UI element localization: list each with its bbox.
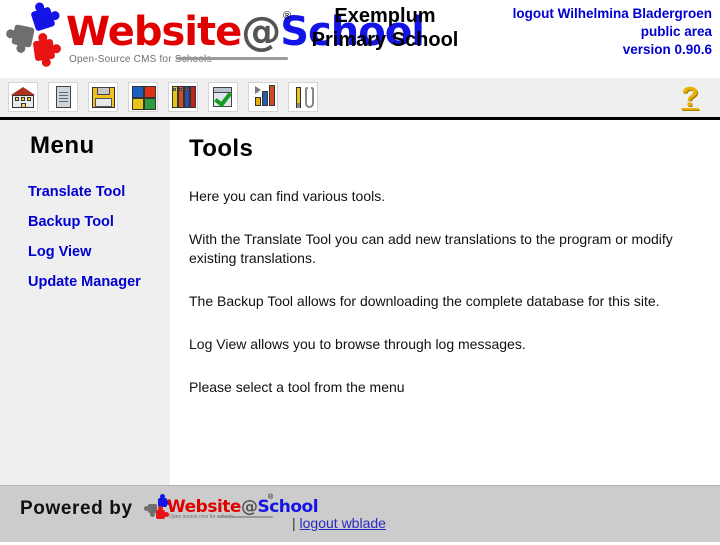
puzzle-piece-red-icon	[29, 32, 62, 68]
sidebar-title: Menu	[30, 132, 95, 159]
main-toolbar: ?	[0, 78, 720, 120]
site-title-line1: Exemplum	[334, 5, 436, 27]
pagemanager-icon[interactable]	[128, 82, 158, 112]
sidebar-menu: Translate Tool Backup Tool Log View Upda…	[28, 183, 141, 303]
area-label: public area	[640, 24, 712, 39]
version-label: version 0.90.6	[622, 42, 712, 57]
footer-logo-underline	[218, 516, 273, 518]
school-icon[interactable]	[8, 82, 38, 112]
list-item: Log View	[28, 243, 141, 261]
puzzle-logo-icon	[5, 1, 70, 68]
sidebar-item-log-view[interactable]: Log View	[28, 244, 91, 260]
logout-link[interactable]: logout Wilhelmina Bladergroen	[513, 6, 712, 21]
tools-icon[interactable]	[288, 82, 318, 112]
footer-puzzle-piece-red-icon	[154, 506, 169, 521]
content-paragraph-2: With the Translate Tool you can add new …	[189, 231, 673, 266]
help-icon[interactable]: ?	[677, 82, 703, 112]
footer-logout-link[interactable]: logout wblade	[300, 515, 386, 531]
footer-logo: Website@School ® Open source cms for sch…	[144, 490, 319, 522]
areamanager-icon[interactable]	[168, 82, 198, 112]
footer-logo-registered-mark: ®	[268, 494, 274, 501]
sidebar: Menu Translate Tool Backup Tool Log View…	[0, 120, 170, 485]
main-area: Menu Translate Tool Backup Tool Log View…	[0, 120, 720, 485]
toolbar-icon-group	[8, 82, 318, 112]
logo-registered-mark: ®	[283, 10, 292, 22]
websiteatschool-logo: Website@School ® Open-Source CMS for Sch…	[5, 1, 425, 68]
content-paragraph-4: Log View allows you to browse through lo…	[189, 336, 526, 352]
footer-logo-word-at: @	[240, 497, 258, 517]
content-title: Tools	[189, 135, 254, 162]
content-area: Tools Here you can find various tools. W…	[170, 120, 720, 485]
statistics-icon[interactable]	[248, 82, 278, 112]
sidebar-item-translate-tool[interactable]: Translate Tool	[28, 184, 125, 200]
save-icon[interactable]	[88, 82, 118, 112]
user-info-block: logout Wilhelmina Bladergroen public are…	[513, 5, 712, 59]
list-item: Update Manager	[28, 273, 141, 291]
footer-logo-word-school: School	[257, 497, 319, 517]
page-header: Website@School ® Open-Source CMS for Sch…	[0, 0, 720, 78]
page-icon[interactable]	[48, 82, 78, 112]
site-title-line2: Primary School	[311, 29, 459, 51]
powered-by-label: Powered by	[20, 498, 133, 519]
logo-word-website: Website	[66, 9, 242, 55]
sidebar-item-update-manager[interactable]: Update Manager	[28, 274, 141, 290]
list-item: Translate Tool	[28, 183, 141, 201]
content-paragraph-5: Please select a tool from the menu	[189, 379, 405, 395]
footer-logout-block: | logout wblade	[292, 515, 386, 531]
page-title: Exemplum Primary School	[300, 4, 470, 52]
logo-underline	[176, 57, 288, 60]
footer-separator: |	[292, 515, 296, 531]
list-item: Backup Tool	[28, 213, 141, 231]
sidebar-item-backup-tool[interactable]: Backup Tool	[28, 214, 114, 230]
content-paragraph-3: The Backup Tool allows for downloading t…	[189, 293, 660, 309]
content-paragraph-1: Here you can find various tools.	[189, 188, 386, 204]
page-footer: Powered by Website@School ® Open source …	[0, 485, 720, 542]
usermanager-icon[interactable]	[208, 82, 238, 112]
logo-word-at: @	[241, 9, 281, 55]
application-window: Website@School ® Open-Source CMS for Sch…	[0, 0, 720, 545]
